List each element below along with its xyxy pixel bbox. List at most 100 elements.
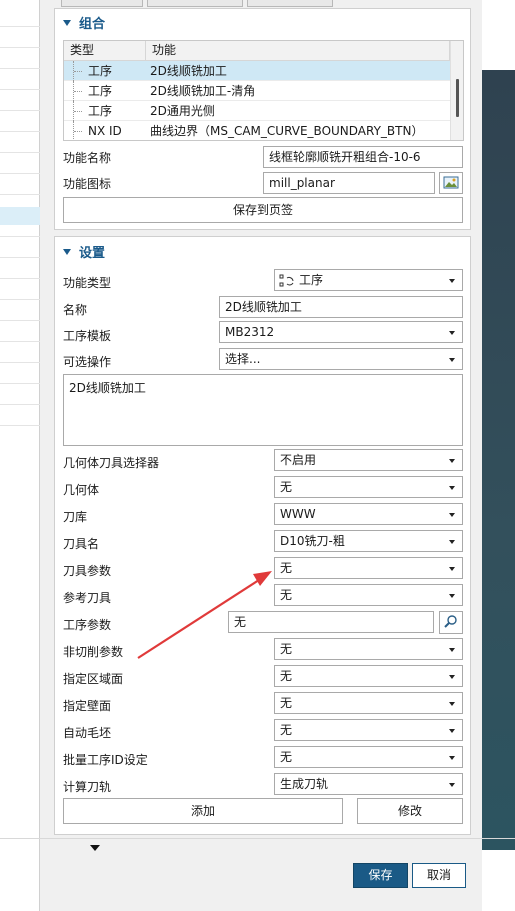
chevron-down-icon: [449, 648, 455, 652]
chevron-down-icon: [449, 702, 455, 706]
chevron-down-icon: [449, 756, 455, 760]
name-field[interactable]: 2D线顺铣加工: [219, 296, 463, 318]
template-dropdown[interactable]: MB2312: [219, 321, 463, 343]
optional-op-label: 可选操作: [63, 355, 112, 369]
template-value: MB2312: [225, 325, 275, 339]
op-params-field[interactable]: 无: [228, 611, 434, 633]
collapse-icon: [63, 19, 71, 26]
auto-blank-dropdown[interactable]: 无: [274, 719, 463, 741]
compute-toolpath-dropdown[interactable]: 生成刀轨: [274, 773, 463, 795]
settings-group: 设置 功能类型 工序 名称 2D线顺铣加工 工序模板 MB2312 可选操作 选…: [54, 236, 471, 835]
dropdown-value: 无: [280, 642, 293, 656]
table-row[interactable]: 工序 2D线顺铣加工: [64, 61, 450, 81]
chevron-down-icon: [449, 486, 455, 490]
row-type: 工序: [88, 84, 113, 98]
function-table: 类型 功能 工序 2D线顺铣加工 工序 2D线顺铣加工-清角 工序 2D通用光侧…: [63, 40, 464, 141]
top-tab-2[interactable]: [147, 0, 243, 7]
reference-tool-dropdown[interactable]: 无: [274, 584, 463, 606]
dropdown-value: WWW: [280, 507, 316, 521]
chevron-down-icon: [449, 331, 455, 335]
operation-icon: [279, 274, 294, 287]
settings-group-header[interactable]: 设置: [63, 242, 105, 261]
optional-op-value: 选择...: [225, 352, 261, 366]
row-function: 2D通用光侧: [150, 104, 215, 118]
auto-blank-label: 自动毛坯: [63, 726, 112, 740]
func-name-field[interactable]: 线框轮廓顺铣开粗组合-10-6: [263, 146, 463, 168]
expand-more-icon[interactable]: [90, 845, 100, 851]
chevron-down-icon: [449, 513, 455, 517]
add-button[interactable]: 添加: [63, 798, 343, 824]
table-header-type: 类型: [64, 41, 146, 61]
modify-button[interactable]: 修改: [357, 798, 463, 824]
row-function: 曲线边界（MS_CAM_CURVE_BOUNDARY_BTN）: [150, 124, 424, 138]
chevron-down-icon: [449, 729, 455, 733]
chevron-down-icon: [449, 675, 455, 679]
tool-name-dropdown[interactable]: D10铣刀-粗: [274, 530, 463, 552]
table-row[interactable]: 工序 2D线顺铣加工-清角: [64, 81, 450, 101]
search-icon: [444, 615, 457, 628]
geometry-dropdown[interactable]: 无: [274, 476, 463, 498]
description-textarea[interactable]: 2D线顺铣加工: [63, 374, 463, 446]
row-type: 工序: [88, 104, 113, 118]
row-function: 2D线顺铣加工: [150, 64, 227, 78]
geometry-tool-selector-label: 几何体刀具选择器: [63, 456, 160, 470]
wall-face-dropdown[interactable]: 无: [274, 692, 463, 714]
top-tab-1[interactable]: [61, 0, 143, 7]
chevron-down-icon: [449, 459, 455, 463]
batch-op-id-dropdown[interactable]: 无: [274, 746, 463, 768]
table-scrollbar[interactable]: [450, 41, 463, 140]
row-type: 工序: [88, 64, 113, 78]
dropdown-value: 无: [280, 561, 293, 575]
save-button[interactable]: 保存: [353, 863, 408, 888]
chevron-down-icon: [449, 594, 455, 598]
chevron-down-icon: [449, 567, 455, 571]
left-background-list: [0, 0, 40, 911]
tool-name-label: 刀具名: [63, 537, 100, 551]
dialog-panel: 组合 类型 功能 工序 2D线顺铣加工 工序 2D线顺铣加工-清角 工序 2D通…: [41, 0, 482, 911]
area-face-dropdown[interactable]: 无: [274, 665, 463, 687]
tool-library-label: 刀库: [63, 510, 88, 524]
combo-group-header[interactable]: 组合: [63, 13, 105, 32]
tool-params-label: 刀具参数: [63, 564, 112, 578]
op-params-search-button[interactable]: [439, 611, 463, 634]
top-tab-3[interactable]: [247, 0, 333, 7]
cancel-button[interactable]: 取消: [412, 863, 466, 888]
template-label: 工序模板: [63, 329, 112, 343]
table-row[interactable]: NX ID 曲线边界（MS_CAM_CURVE_BOUNDARY_BTN）: [64, 121, 450, 140]
tree-connector: [73, 61, 87, 81]
func-icon-field[interactable]: mill_planar: [263, 172, 435, 194]
batch-op-id-label: 批量工序ID设定: [63, 753, 148, 767]
geometry-label: 几何体: [63, 483, 100, 497]
compute-toolpath-label: 计算刀轨: [63, 780, 112, 794]
combo-group-title: 组合: [79, 17, 106, 32]
browse-icon-button[interactable]: [439, 172, 463, 194]
tree-connector: [73, 101, 87, 121]
tree-connector: [73, 121, 87, 140]
save-to-tab-button[interactable]: 保存到页签: [63, 197, 463, 223]
table-row[interactable]: 工序 2D通用光侧: [64, 101, 450, 121]
combo-group: 组合 类型 功能 工序 2D线顺铣加工 工序 2D线顺铣加工-清角 工序 2D通…: [54, 8, 471, 230]
divider: [0, 838, 515, 839]
table-scrollbar-thumb[interactable]: [456, 79, 459, 117]
wall-face-label: 指定壁面: [63, 699, 112, 713]
func-type-value: 工序: [299, 273, 324, 287]
geometry-tool-selector-dropdown[interactable]: 不启用: [274, 449, 463, 471]
row-function: 2D线顺铣加工-清角: [150, 84, 256, 98]
left-list-selected-row[interactable]: [0, 207, 40, 225]
non-cutting-params-dropdown[interactable]: 无: [274, 638, 463, 660]
func-type-dropdown[interactable]: 工序: [274, 269, 463, 291]
dropdown-value: 不启用: [280, 453, 317, 467]
chevron-down-icon: [449, 540, 455, 544]
func-icon-label: 功能图标: [63, 177, 112, 191]
dropdown-value: D10铣刀-粗: [280, 534, 345, 548]
dropdown-value: 无: [280, 750, 293, 764]
tool-library-dropdown[interactable]: WWW: [274, 503, 463, 525]
func-type-label: 功能类型: [63, 276, 112, 290]
dropdown-value: 无: [280, 669, 293, 683]
optional-op-dropdown[interactable]: 选择...: [219, 348, 463, 370]
dropdown-value: 无: [280, 723, 293, 737]
tool-params-dropdown[interactable]: 无: [274, 557, 463, 579]
non-cutting-params-label: 非切削参数: [63, 645, 124, 659]
dropdown-value: 无: [280, 480, 293, 494]
collapse-icon: [63, 248, 71, 255]
